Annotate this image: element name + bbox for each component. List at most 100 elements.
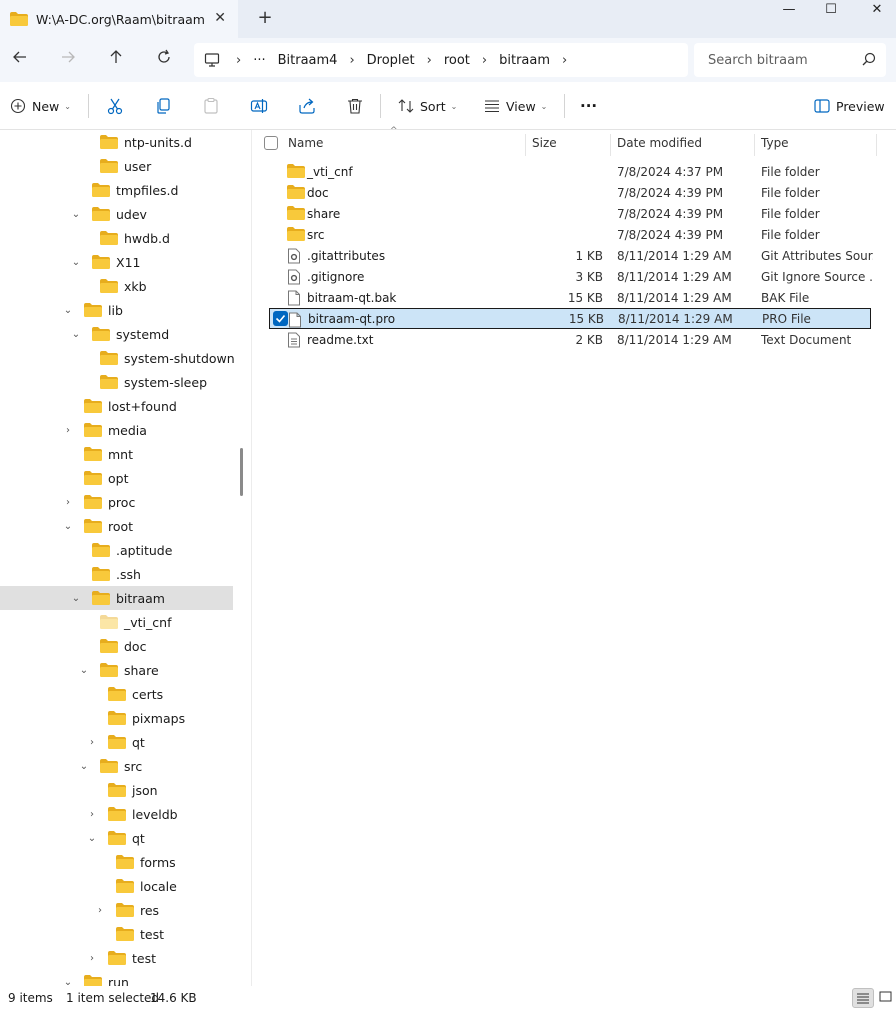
large-icons-view-button[interactable] — [876, 988, 896, 1008]
select-all-checkbox[interactable] — [264, 136, 278, 150]
column-divider[interactable] — [876, 134, 877, 156]
chevron-down-icon[interactable]: ⌄ — [78, 665, 90, 676]
view-button[interactable]: View ⌄ — [484, 94, 547, 118]
column-header-type[interactable]: Type — [761, 130, 789, 156]
breadcrumb-item[interactable]: bitraam — [493, 53, 556, 68]
new-button[interactable]: New ⌄ — [10, 94, 71, 118]
sidebar-item[interactable]: › proc — [0, 490, 233, 514]
paste-button[interactable] — [202, 94, 220, 118]
sidebar-item[interactable]: › test — [0, 946, 233, 970]
sidebar-item[interactable]: ⌄ X11 — [0, 250, 233, 274]
sidebar-item[interactable]: › leveldb — [0, 802, 233, 826]
up-button[interactable] — [104, 48, 128, 72]
back-button[interactable] — [8, 48, 32, 72]
sidebar-item[interactable]: test — [0, 922, 233, 946]
chevron-down-icon[interactable]: ⌄ — [62, 305, 74, 316]
sidebar-item[interactable]: user — [0, 154, 233, 178]
breadcrumb-overflow[interactable]: ··· — [247, 53, 271, 68]
chevron-right-icon[interactable]: › — [94, 905, 106, 916]
breadcrumb-separator[interactable]: › — [556, 53, 573, 68]
sidebar-item[interactable]: ⌄ lib — [0, 298, 233, 322]
sidebar-item[interactable]: ntp-units.d — [0, 130, 233, 154]
chevron-down-icon[interactable]: ⌄ — [62, 521, 74, 532]
sidebar-item[interactable]: json — [0, 778, 233, 802]
chevron-right-icon[interactable]: › — [86, 953, 98, 964]
navigation-pane[interactable]: ntp-units.d user tmpfiles.d ⌄ udev hwdb.d ⌄ X11… — [0, 130, 234, 986]
sidebar-item[interactable]: ⌄ root — [0, 514, 233, 538]
file-row[interactable]: _vti_cnf 7/8/2024 4:37 PM File folder — [269, 161, 871, 182]
breadcrumb-separator[interactable]: › — [476, 53, 493, 68]
chevron-down-icon[interactable]: ⌄ — [70, 329, 82, 340]
chevron-down-icon[interactable]: ⌄ — [70, 209, 82, 220]
sidebar-item[interactable]: certs — [0, 682, 233, 706]
breadcrumb-item[interactable]: Droplet — [361, 53, 421, 68]
sidebar-item[interactable]: forms — [0, 850, 233, 874]
sidebar-item[interactable]: ⌄ run — [0, 970, 233, 986]
tab-close-icon[interactable]: ✕ — [214, 10, 226, 26]
new-tab-button[interactable]: + — [254, 7, 276, 29]
tab-active[interactable]: W:\A-DC.org\Raam\bitraam\s ✕ — [0, 0, 238, 38]
copy-button[interactable] — [154, 94, 172, 118]
chevron-right-icon[interactable]: › — [86, 737, 98, 748]
maximize-button[interactable]: ☐ — [808, 0, 854, 20]
column-header-date[interactable]: Date modified — [617, 130, 702, 156]
sidebar-item[interactable]: mnt — [0, 442, 233, 466]
pane-divider[interactable] — [234, 130, 252, 986]
chevron-right-icon[interactable]: › — [86, 809, 98, 820]
file-row[interactable]: readme.txt 2 KB 8/11/2014 1:29 AM Text Docu… — [269, 329, 871, 350]
forward-button[interactable] — [56, 48, 80, 72]
delete-button[interactable] — [346, 94, 364, 118]
sidebar-item[interactable]: xkb — [0, 274, 233, 298]
sidebar-item[interactable]: .aptitude — [0, 538, 233, 562]
chevron-down-icon[interactable]: ⌄ — [70, 593, 82, 604]
preview-pane-button[interactable]: Preview — [814, 94, 885, 118]
file-row[interactable]: .gitattributes 1 KB 8/11/2014 1:29 AM Git A… — [269, 245, 873, 266]
file-row[interactable]: doc 7/8/2024 4:39 PM File folder — [269, 182, 871, 203]
sidebar-item[interactable]: › qt — [0, 730, 233, 754]
row-checkbox[interactable] — [273, 311, 288, 326]
chevron-right-icon[interactable]: › — [62, 497, 74, 508]
breadcrumb-item[interactable]: Bitraam4 — [272, 53, 344, 68]
sidebar-item[interactable]: › media — [0, 418, 233, 442]
chevron-right-icon[interactable]: › — [62, 425, 74, 436]
sidebar-item[interactable]: ⌄ share — [0, 658, 233, 682]
sidebar-scrollbar-thumb[interactable] — [240, 448, 243, 496]
file-row[interactable]: .gitignore 3 KB 8/11/2014 1:29 AM Git Ignor… — [269, 266, 873, 287]
file-row[interactable]: bitraam-qt.pro 15 KB 8/11/2014 1:29 AM PRO … — [269, 308, 871, 329]
chevron-down-icon[interactable]: ⌄ — [86, 833, 98, 844]
breadcrumb-item[interactable]: root — [438, 53, 476, 68]
details-view-button[interactable] — [852, 988, 874, 1008]
column-divider[interactable] — [754, 134, 755, 156]
sidebar-item[interactable]: › res — [0, 898, 233, 922]
search-input[interactable]: Search bitraam — [694, 43, 886, 77]
column-divider[interactable] — [610, 134, 611, 156]
sidebar-item[interactable]: doc — [0, 634, 233, 658]
close-window-button[interactable]: ✕ — [854, 0, 896, 20]
share-button[interactable] — [298, 94, 316, 118]
breadcrumb-separator[interactable]: › — [421, 53, 438, 68]
refresh-button[interactable] — [152, 48, 176, 72]
minimize-button[interactable]: — — [766, 0, 812, 20]
sidebar-item[interactable]: .ssh — [0, 562, 233, 586]
breadcrumb-separator[interactable]: › — [343, 53, 360, 68]
sidebar-item[interactable]: pixmaps — [0, 706, 233, 730]
cut-button[interactable] — [106, 94, 124, 118]
breadcrumb-separator[interactable]: › — [230, 53, 247, 68]
column-header-size[interactable]: Size — [532, 130, 557, 156]
sidebar-item[interactable]: lost+found — [0, 394, 233, 418]
sidebar-item[interactable]: system-shutdown — [0, 346, 234, 370]
chevron-down-icon[interactable]: ⌄ — [62, 977, 74, 987]
chevron-down-icon[interactable]: ⌄ — [70, 257, 82, 268]
chevron-down-icon[interactable]: ⌄ — [78, 761, 90, 772]
search-icon[interactable] — [862, 52, 876, 66]
column-divider[interactable] — [525, 134, 526, 156]
sort-button[interactable]: Sort ⌄ — [398, 94, 457, 118]
sidebar-item[interactable]: hwdb.d — [0, 226, 233, 250]
sidebar-item[interactable]: ⌄ systemd — [0, 322, 233, 346]
file-row[interactable]: share 7/8/2024 4:39 PM File folder — [269, 203, 871, 224]
sidebar-item[interactable]: tmpfiles.d — [0, 178, 233, 202]
sidebar-item[interactable]: _vti_cnf — [0, 610, 233, 634]
sidebar-item[interactable]: opt — [0, 466, 233, 490]
sidebar-item[interactable]: ⌄ qt — [0, 826, 233, 850]
file-row[interactable]: bitraam-qt.bak 15 KB 8/11/2014 1:29 AM BAK … — [269, 287, 871, 308]
